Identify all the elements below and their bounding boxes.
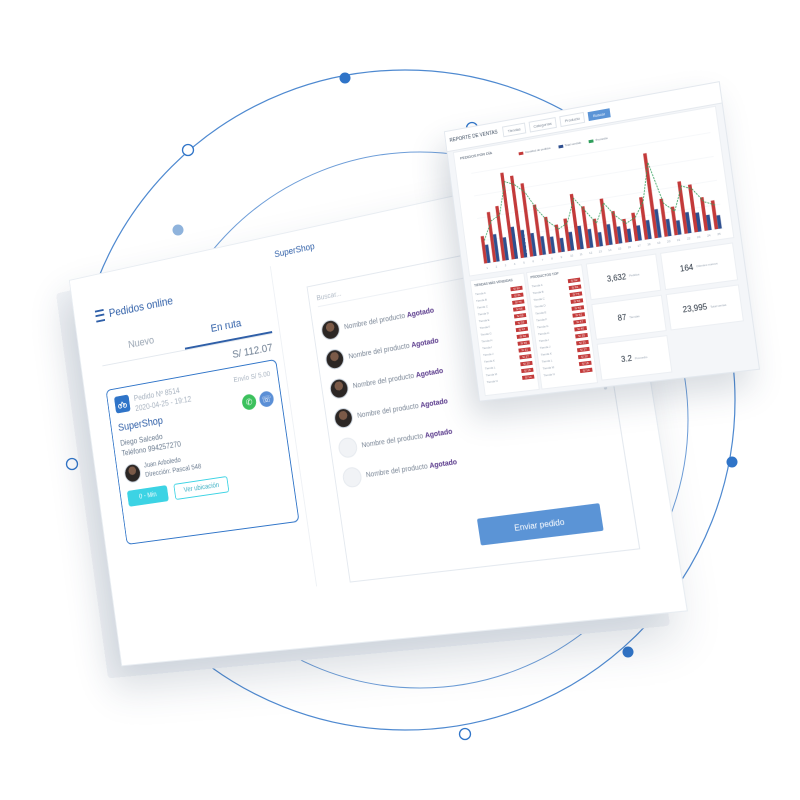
kpi-grid: 3,632 Pedidos 164 Clientes nuevos 87 Tiendas 2… bbox=[585, 242, 750, 381]
kpi-label: Clientes nuevos bbox=[695, 261, 718, 269]
x-tick-label: 4 bbox=[514, 262, 516, 266]
table-cell-value: S/ 14 bbox=[521, 374, 535, 380]
table-cell-label: Tienda M bbox=[485, 371, 498, 377]
product-name: Nombre del producto Agotado bbox=[356, 397, 449, 420]
x-tick-label: 15 bbox=[618, 246, 622, 251]
orbit-dot bbox=[339, 72, 351, 84]
filter-tiendas[interactable]: Tiendas bbox=[502, 122, 526, 137]
product-avatar bbox=[328, 377, 350, 400]
kpi-label: Pedidos bbox=[628, 272, 640, 279]
x-tick-label: 16 bbox=[627, 245, 631, 250]
table-cell-label: Tienda L bbox=[541, 357, 553, 364]
whatsapp-icon[interactable]: ✆ bbox=[241, 393, 258, 411]
search-button[interactable]: Buscar bbox=[587, 107, 611, 121]
table-cell-label: Tienda J bbox=[539, 344, 551, 350]
product-avatar bbox=[341, 466, 363, 489]
x-tick-label: 14 bbox=[608, 248, 612, 253]
x-tick-label: 7 bbox=[542, 258, 544, 262]
eta-button[interactable]: 0 - Min bbox=[126, 485, 170, 507]
x-tick-label: 2 bbox=[495, 265, 497, 269]
x-tick-label: 24 bbox=[707, 233, 711, 238]
kpi-value: 87 bbox=[617, 313, 628, 324]
kpi-value: 3,632 bbox=[606, 271, 627, 284]
product-name: Nombre del producto Agotado bbox=[348, 336, 440, 361]
dashboard-title: REPORTE DE VENTAS bbox=[449, 129, 498, 144]
x-tick-label: 17 bbox=[637, 243, 641, 248]
product-avatar bbox=[337, 436, 359, 459]
x-tick-label: 3 bbox=[504, 263, 506, 267]
hero-illustration: Pedidos online Nuevo En ruta S/ 112.07 P… bbox=[0, 0, 800, 800]
table-cell-label: Tienda M bbox=[542, 364, 555, 371]
table-cell-label: Tienda K bbox=[483, 358, 496, 364]
product-avatar bbox=[320, 318, 342, 342]
kpi-card: 87 Tiendas bbox=[591, 294, 667, 341]
x-tick-label: 20 bbox=[667, 239, 671, 244]
x-tick-label: 12 bbox=[589, 251, 593, 256]
kpi-card: 3,632 Pedidos bbox=[585, 253, 662, 300]
orbit-dot bbox=[726, 456, 738, 468]
x-tick-label: 13 bbox=[598, 249, 602, 254]
x-tick-label: 8 bbox=[551, 256, 553, 260]
pedidos-title: Pedidos online bbox=[108, 293, 174, 320]
x-tick-label: 19 bbox=[657, 240, 661, 245]
kpi-card: 3.2 Promedio bbox=[596, 335, 673, 381]
x-tick-label: 6 bbox=[532, 259, 534, 263]
hamburger-menu-icon[interactable] bbox=[94, 308, 106, 323]
kpi-value: 164 bbox=[679, 262, 694, 274]
x-tick-label: 11 bbox=[579, 252, 583, 257]
table-cell-label: Tienda N bbox=[543, 371, 555, 377]
table-cell-label: Tienda K bbox=[540, 351, 553, 357]
phone-icon[interactable]: ☏ bbox=[258, 390, 275, 408]
kpi-value: 23,995 bbox=[682, 302, 708, 315]
delivery-bike-icon bbox=[113, 394, 131, 414]
table-cell-label: Tienda J bbox=[482, 351, 494, 357]
table-cell-value: S/ 14 bbox=[579, 367, 593, 373]
x-tick-label: 9 bbox=[560, 255, 562, 259]
order-card[interactable]: Pedido Nº 8514 2020-04-25 - 19:12 Envío … bbox=[105, 358, 300, 545]
view-location-button[interactable]: Ver ubicación bbox=[173, 475, 230, 500]
courier-avatar bbox=[123, 462, 142, 484]
kpi-card: 164 Clientes nuevos bbox=[660, 242, 739, 290]
product-avatar bbox=[324, 347, 346, 371]
x-tick-label: 21 bbox=[677, 238, 681, 243]
x-tick-label: 25 bbox=[717, 232, 721, 237]
filter-categorias[interactable]: Categorías bbox=[528, 116, 557, 133]
filter-producto[interactable]: Producto bbox=[559, 111, 586, 127]
orbit-dot bbox=[181, 143, 195, 157]
table-cell-label: Tienda N bbox=[486, 378, 498, 384]
product-avatar bbox=[332, 406, 355, 430]
table-cell-label: Tienda I bbox=[538, 337, 550, 343]
x-tick-label: 23 bbox=[697, 235, 701, 240]
x-tick-label: 1 bbox=[486, 266, 488, 270]
kpi-label: Promedio bbox=[634, 354, 648, 361]
table-cell-label: Tienda I bbox=[481, 344, 493, 350]
dashboard-mockup: REPORTE DE VENTAS Tiendas Categorías Pro… bbox=[440, 81, 761, 415]
x-tick-label: 10 bbox=[570, 253, 574, 258]
kpi-label: Tiendas bbox=[629, 314, 640, 320]
x-tick-label: 18 bbox=[647, 242, 651, 247]
product-name: Nombre del producto Agotado bbox=[352, 367, 444, 390]
x-tick-label: 5 bbox=[523, 260, 525, 264]
kpi-value: 3.2 bbox=[620, 353, 633, 365]
send-order-button[interactable]: Enviar pedido bbox=[476, 503, 604, 546]
kpi-card: 23,995 Total ventas bbox=[665, 283, 744, 331]
product-name: Nombre del producto Agotado bbox=[361, 428, 453, 449]
x-tick-label: 22 bbox=[687, 236, 691, 241]
orbit-dot bbox=[458, 727, 472, 741]
product-name: Nombre del producto Agotado bbox=[365, 458, 458, 479]
chart-bar bbox=[699, 197, 709, 231]
table-cell-label: Tienda L bbox=[484, 364, 496, 371]
dashboard-window: REPORTE DE VENTAS Tiendas Categorías Pro… bbox=[443, 81, 761, 402]
kpi-label: Total ventas bbox=[709, 302, 727, 309]
